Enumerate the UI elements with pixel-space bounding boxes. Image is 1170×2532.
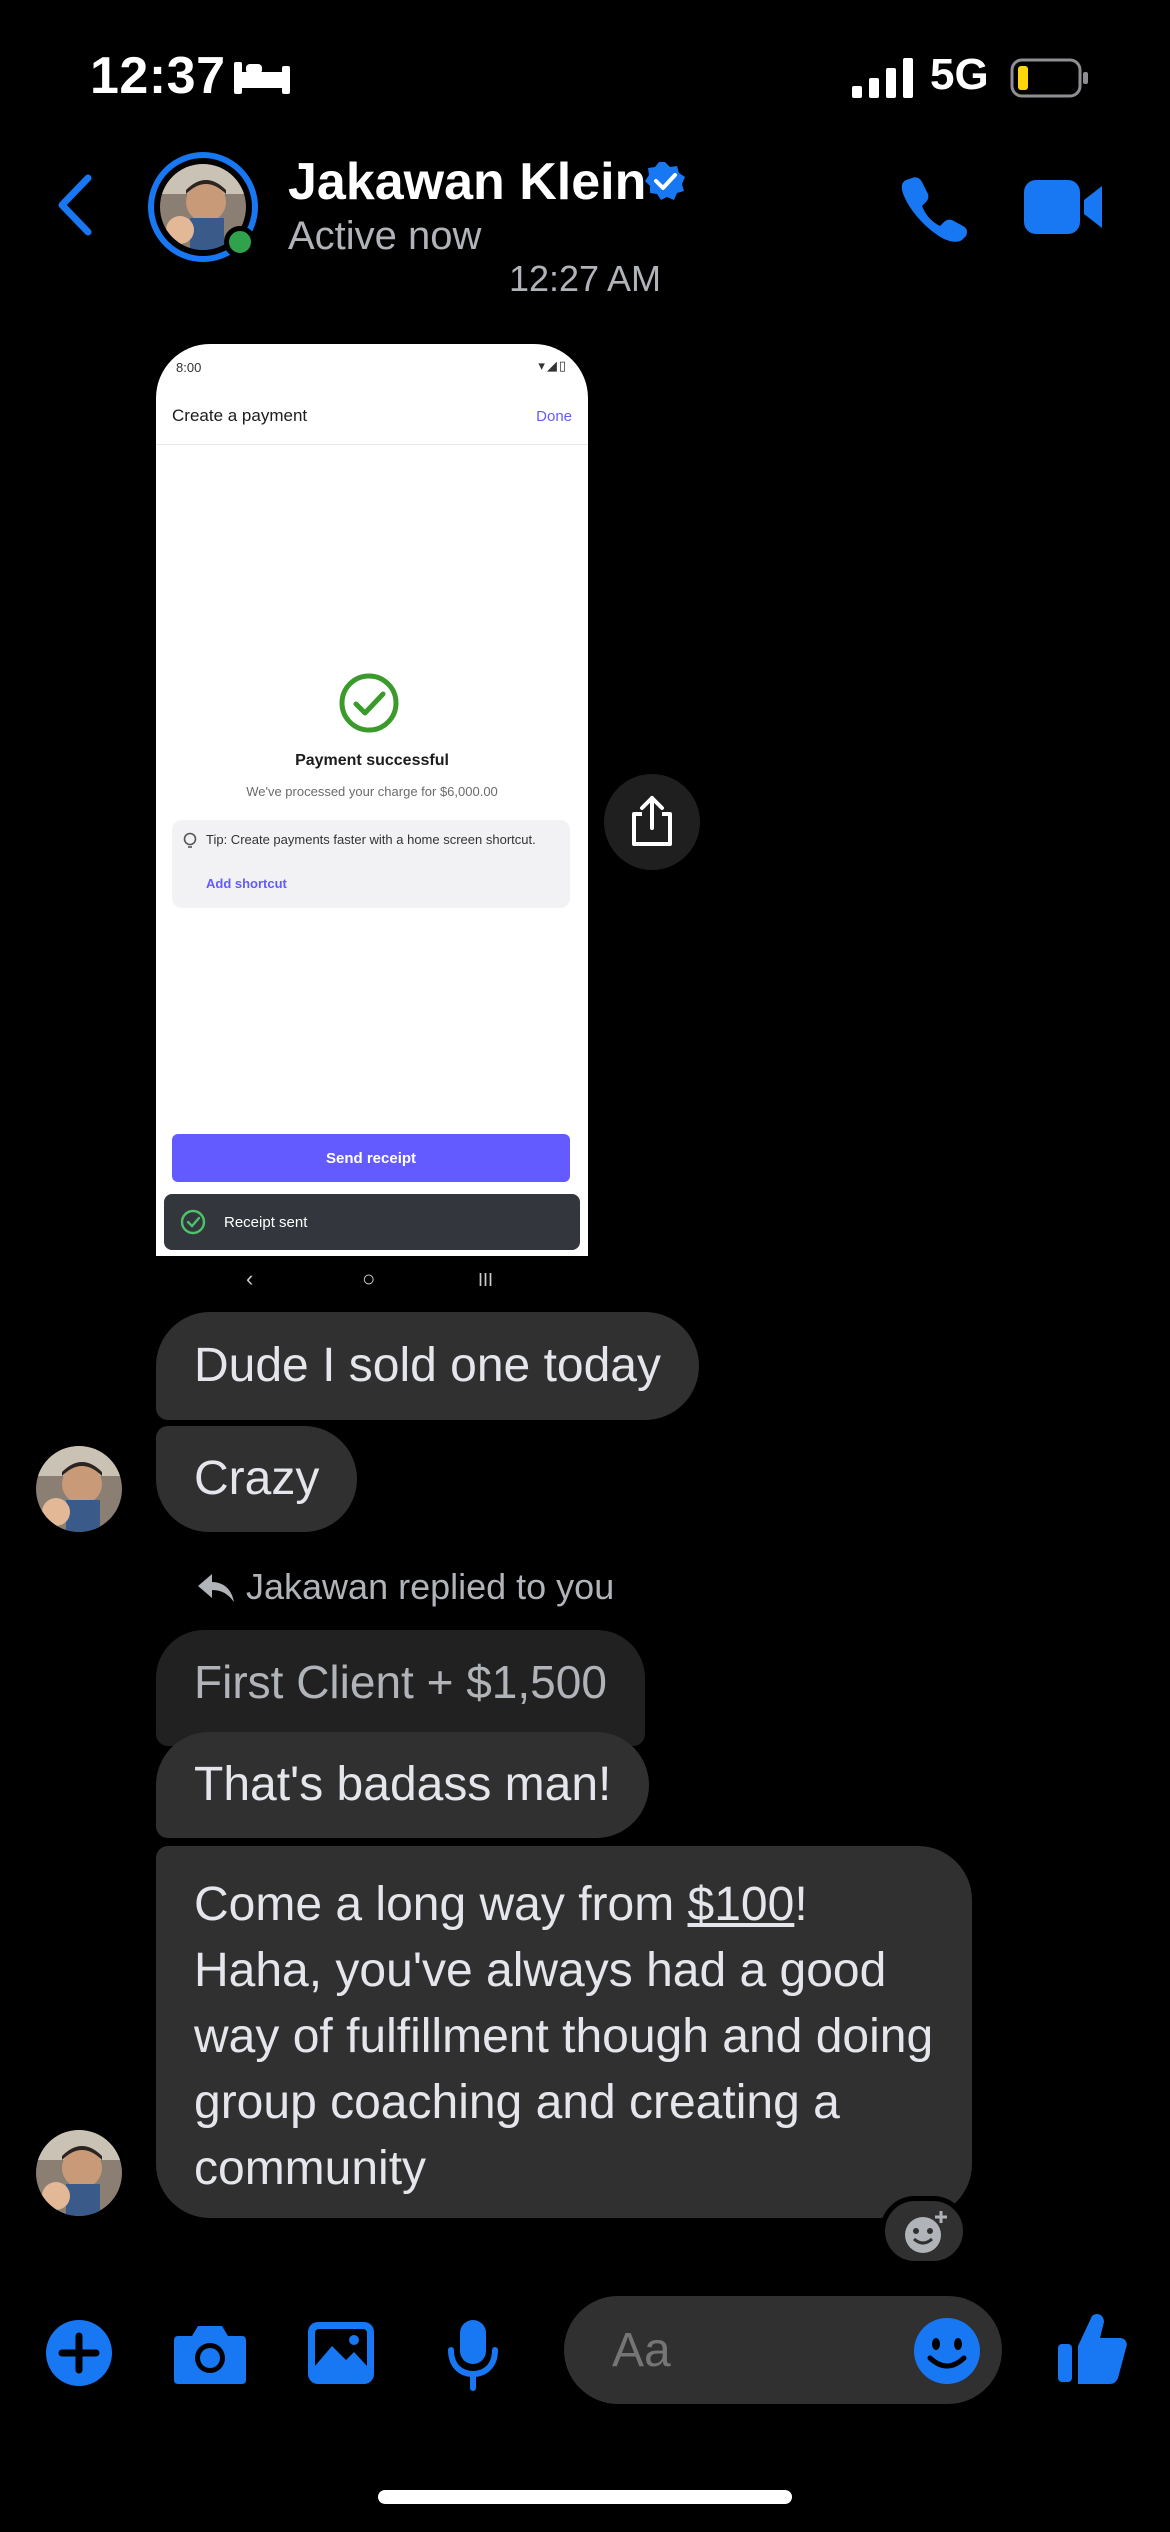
battery-icon — [1010, 58, 1088, 98]
send-receipt-button: Send receipt — [172, 1134, 570, 1182]
add-shortcut-link: Add shortcut — [206, 876, 287, 891]
home-indicator — [378, 2490, 792, 2504]
payment-success-title: Payment successful — [295, 752, 449, 769]
message-bubble[interactable]: Dude I sold one today — [156, 1312, 699, 1420]
success-check-icon — [339, 673, 399, 733]
screenshot-done: Done — [536, 407, 572, 425]
sender-avatar[interactable] — [36, 1446, 122, 1532]
camera-icon[interactable] — [172, 2318, 248, 2388]
screenshot-title: Create a payment — [172, 406, 308, 425]
phone-call-icon[interactable] — [898, 172, 970, 244]
message-timestamp: 12:27 AM — [508, 258, 662, 299]
screenshot-status-icons: ▾◢▯ — [538, 358, 568, 373]
message-text: Come a long way from — [194, 1878, 688, 1931]
receipt-sent-toast: Receipt sent — [164, 1194, 580, 1250]
payment-success-subtitle: We've processed your charge for $6,000.0… — [246, 784, 498, 799]
screenshot-status-bar: 8:00 ▾◢▯ — [156, 344, 588, 388]
message-link[interactable]: $100 — [688, 1878, 795, 1931]
share-icon — [632, 796, 672, 846]
message-composer[interactable] — [564, 2296, 1002, 2404]
message-input[interactable] — [610, 2322, 894, 2379]
presence-status: Active now — [288, 214, 482, 258]
back-chevron-icon[interactable] — [50, 170, 100, 240]
android-recents-icon: III — [478, 1270, 494, 1290]
tip-box: Tip: Create payments faster with a home … — [172, 820, 570, 908]
verified-badge-icon — [645, 162, 685, 200]
android-back-icon: ‹ — [246, 1266, 254, 1291]
message-bubble[interactable]: Crazy — [156, 1426, 358, 1532]
reply-label: Jakawan replied to you — [246, 1566, 615, 1607]
message-bubble[interactable]: That's badass man! — [156, 1732, 650, 1838]
status-time: 12:37 — [90, 47, 226, 105]
plus-icon[interactable] — [44, 2318, 114, 2388]
reply-arrow-icon — [198, 1574, 234, 1602]
android-home-icon: ○ — [362, 1266, 376, 1291]
toast-text: Receipt sent — [224, 1213, 308, 1231]
toast-check-icon — [180, 1209, 206, 1235]
screenshot-status-time: 8:00 — [176, 360, 202, 375]
quoted-message[interactable]: First Client + $1,500 — [156, 1630, 645, 1746]
add-reaction-icon — [905, 2211, 947, 2253]
shared-screenshot-image[interactable]: 8:00 ▾◢▯ Create a payment Done Payment s… — [156, 344, 588, 1256]
add-reaction-button[interactable] — [880, 2196, 968, 2266]
sender-avatar[interactable] — [36, 2130, 122, 2216]
screenshot-nav-bar: ‹ ○ III — [156, 1258, 588, 1302]
contact-name[interactable]: Jakawan Klein — [288, 152, 646, 212]
microphone-icon[interactable] — [446, 2318, 500, 2392]
thumbs-up-icon[interactable] — [1056, 2310, 1128, 2386]
message-bubble[interactable]: Come a long way from $100! Haha, you've … — [156, 1846, 972, 2218]
emoji-icon[interactable] — [912, 2316, 982, 2386]
network-type: 5G — [930, 50, 989, 99]
online-status-dot — [224, 226, 256, 258]
video-call-icon[interactable] — [1024, 176, 1104, 238]
photo-gallery-icon[interactable] — [306, 2318, 376, 2388]
lightbulb-icon — [183, 832, 197, 848]
sleep-focus-icon — [234, 62, 290, 94]
tip-text: Tip: Create payments faster with a home … — [206, 832, 536, 847]
cellular-signal-icon — [852, 58, 913, 98]
share-button[interactable] — [604, 774, 700, 870]
screenshot-header: Create a payment Done — [156, 388, 588, 445]
